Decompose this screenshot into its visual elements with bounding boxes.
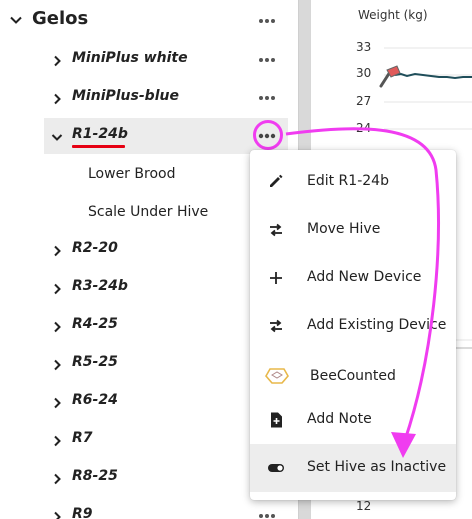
hive-label[interactable]: MiniPlus white [72,50,188,66]
more-horizontal-icon[interactable] [257,14,277,28]
group-label: Gelos [32,8,89,29]
menu-item-label: Edit R1-24b [307,173,389,189]
plus-icon [267,270,285,286]
menu-item-set-hive-inactive[interactable]: Set Hive as Inactive [250,444,456,492]
toggle-icon [267,460,285,476]
hive-label[interactable]: R7 [72,430,93,446]
hive-label[interactable]: R4-25 [72,316,118,332]
chevron-right-icon[interactable] [50,471,64,485]
menu-item-label: Add Existing Device [307,317,447,333]
tree-hive-row[interactable]: MiniPlus white [44,42,288,78]
menu-item-add-note[interactable]: Add Note [250,396,456,444]
chevron-right-icon[interactable] [50,243,64,257]
chevron-right-icon[interactable] [50,509,64,519]
swap-arrows-icon [267,318,285,334]
menu-item-add-existing-device[interactable]: Add Existing Device [250,302,456,350]
menu-item-label: Set Hive as Inactive [307,459,447,475]
menu-item-label: BeeCounted [310,368,396,384]
hive-label[interactable]: R8-25 [72,468,118,484]
selected-underline [72,145,125,148]
chevron-down-icon[interactable] [50,129,64,143]
menu-item-beecounted[interactable]: BeeCounted [250,352,456,400]
tree-device-item[interactable]: Lower Brood [88,166,175,190]
tree-device-item[interactable]: Scale Under Hive [88,204,208,228]
menu-item-move-hive[interactable]: Move Hive [250,206,456,254]
hive-context-menu: Edit R1-24b Move Hive Add New Device Add… [250,150,456,500]
menu-item-add-new-device[interactable]: Add New Device [250,254,456,302]
chevron-right-icon[interactable] [50,433,64,447]
more-horizontal-icon[interactable] [257,91,277,105]
menu-item-label: Add Note [307,411,372,427]
hive-annotation-icon [379,65,401,88]
swap-arrows-icon [267,222,285,238]
tree-hive-row-selected[interactable]: R1-24b [44,118,288,154]
chevron-right-icon[interactable] [50,395,64,409]
hive-label[interactable]: R6-24 [72,392,118,408]
annotation-highlight-ring [253,120,283,150]
note-plus-icon [267,412,285,428]
chevron-right-icon[interactable] [50,53,64,67]
beecounted-logo-icon [264,365,290,385]
chevron-right-icon[interactable] [50,281,64,295]
hive-label[interactable]: R2-20 [72,240,118,256]
hive-label[interactable]: R5-25 [72,354,118,370]
menu-item-label: Move Hive [307,221,381,237]
chevron-right-icon[interactable] [50,91,64,105]
chevron-right-icon[interactable] [50,357,64,371]
hive-label[interactable]: MiniPlus-blue [72,88,179,104]
hive-label[interactable]: R9 [72,506,93,519]
chevron-down-icon[interactable] [8,12,24,28]
hive-label[interactable]: R3-24b [72,278,128,294]
tree-hive-row[interactable]: R9 [44,498,288,519]
chevron-right-icon[interactable] [50,319,64,333]
tree-group-gelos[interactable]: Gelos [0,0,298,40]
more-horizontal-icon[interactable] [257,509,277,519]
pencil-icon [267,174,285,190]
tree-hive-row[interactable]: MiniPlus-blue [44,80,288,116]
more-horizontal-icon[interactable] [257,53,277,67]
hive-label[interactable]: R1-24b [72,126,128,142]
menu-item-edit-hive[interactable]: Edit R1-24b [250,158,456,206]
menu-item-label: Add New Device [307,269,422,285]
